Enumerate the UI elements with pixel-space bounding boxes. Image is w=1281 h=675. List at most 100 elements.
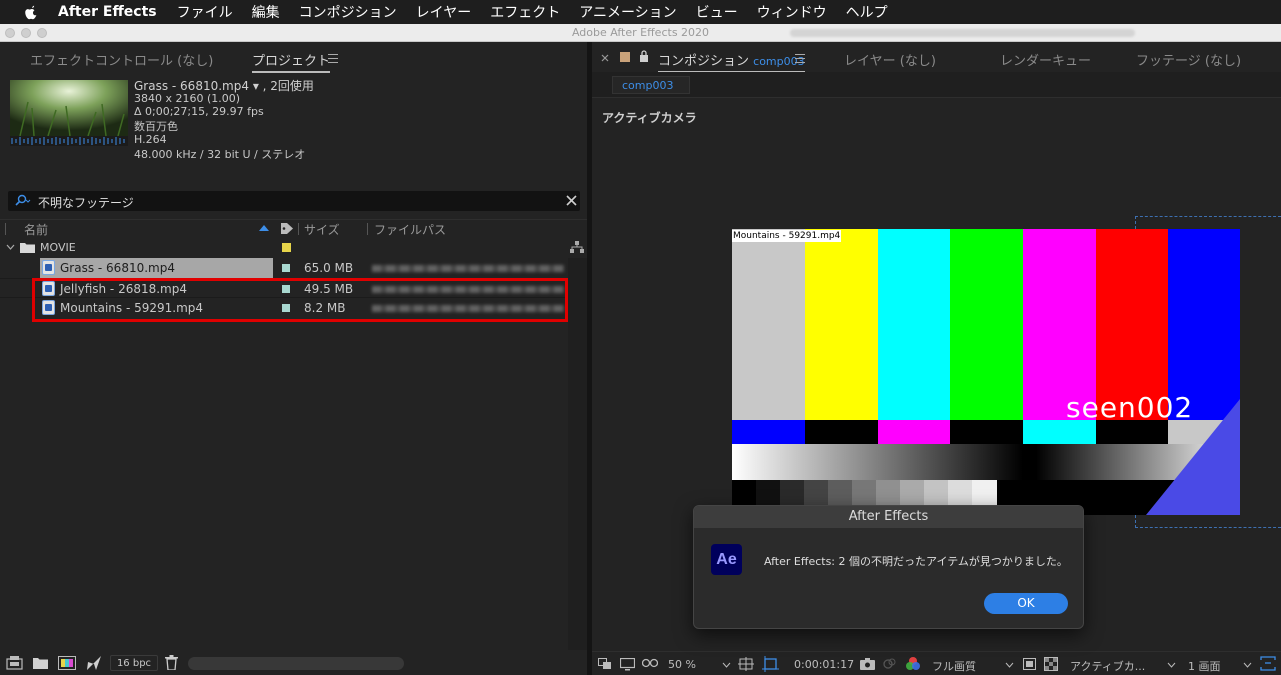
- project-column-headers: 名前 サイズ ファイルパス: [0, 219, 587, 237]
- chevron-down-icon[interactable]: [1167, 662, 1176, 668]
- tab-effect-controls[interactable]: エフェクトコントロール (なし): [30, 50, 213, 69]
- menu-view[interactable]: ビュー: [696, 2, 738, 22]
- menu-window[interactable]: ウィンドウ: [757, 2, 827, 22]
- tab-project-label: プロジェクト: [252, 54, 331, 69]
- file-label-color[interactable]: [282, 264, 290, 272]
- overlay-text: seen002: [1066, 391, 1194, 424]
- tab-composition-label: コンポジション: [658, 54, 750, 69]
- comp-label-color[interactable]: [620, 52, 630, 62]
- alert-dialog: After Effects Ae After Effects: 2 個の不明だっ…: [693, 505, 1084, 629]
- file-path-blurred: [372, 265, 564, 272]
- color-channels-icon[interactable]: [905, 656, 921, 672]
- label-tag-icon[interactable]: [280, 222, 294, 235]
- chevron-down-icon[interactable]: [1243, 662, 1252, 668]
- file-name[interactable]: Grass - 66810.mp4: [60, 261, 175, 275]
- search-icon[interactable]: [14, 194, 32, 208]
- panel-menu-icon[interactable]: [795, 54, 805, 63]
- tab-composition[interactable]: コンポジション comp003: [658, 50, 805, 73]
- dialog-title: After Effects: [694, 506, 1083, 528]
- lock-icon[interactable]: [639, 50, 649, 62]
- chevron-down-icon[interactable]: [6, 244, 15, 251]
- menu-layer[interactable]: レイヤー: [416, 2, 472, 22]
- folder-name: MOVIE: [40, 241, 76, 254]
- after-effects-app-icon: Ae: [711, 544, 742, 575]
- monitor-icon[interactable]: [620, 658, 635, 671]
- folder-icon: [20, 243, 35, 253]
- render-queue-icon[interactable]: [86, 655, 102, 671]
- table-row[interactable]: Grass - 66810.mp4 65.0 MB: [0, 258, 568, 278]
- tab-layer[interactable]: レイヤー (なし): [844, 50, 936, 69]
- close-icon[interactable]: [566, 195, 577, 206]
- footage-audio: 48.000 kHz / 32 bit U / ステレオ: [134, 148, 306, 161]
- annotation-highlight-box: [32, 278, 568, 322]
- chevron-down-icon[interactable]: [1005, 662, 1014, 668]
- reset-exposure-icon[interactable]: [1260, 656, 1276, 671]
- column-size[interactable]: サイズ: [304, 221, 340, 238]
- search-input[interactable]: 不明なフッテージ: [38, 194, 134, 211]
- project-scrollbar[interactable]: [568, 258, 587, 650]
- project-footer-toolbar: 16 bpc: [0, 651, 587, 675]
- footage-name: Grass - 66810.mp4: [134, 79, 249, 93]
- menu-bar: After Effects ファイル 編集 コンポジション レイヤー エフェクト…: [0, 0, 1281, 24]
- zoom-select[interactable]: 50 %: [668, 658, 696, 671]
- menu-composition[interactable]: コンポジション: [299, 2, 397, 22]
- menu-help[interactable]: ヘルプ: [846, 2, 888, 22]
- close-tab-icon[interactable]: [601, 54, 609, 62]
- always-preview-icon[interactable]: [598, 658, 612, 670]
- footage-colors: 数百万色: [134, 120, 178, 133]
- column-name[interactable]: 名前: [24, 221, 48, 238]
- tab-project[interactable]: プロジェクト: [252, 50, 331, 73]
- footage-codec: H.264: [134, 133, 167, 146]
- footage-file-icon: [42, 260, 55, 275]
- flowchart-icon[interactable]: [570, 241, 584, 254]
- snapshot-camera-icon[interactable]: [860, 657, 875, 670]
- tab-underline: [252, 71, 331, 73]
- tab-render-queue[interactable]: レンダーキュー: [1000, 50, 1091, 69]
- color-bars-frame: [732, 229, 1240, 515]
- mask-visibility-icon[interactable]: [642, 658, 658, 670]
- comp-viewer[interactable]: seen002: [732, 229, 1240, 515]
- view-layout-select[interactable]: 1 画面: [1188, 658, 1221, 674]
- current-timecode[interactable]: 0:00:01:17: [794, 658, 854, 671]
- chevron-down-icon[interactable]: [722, 662, 731, 668]
- file-size: 65.0 MB: [304, 261, 354, 275]
- project-search-field[interactable]: 不明なフッテージ: [8, 191, 580, 211]
- folder-row[interactable]: MOVIE: [0, 238, 568, 258]
- breadcrumb[interactable]: comp003: [612, 76, 690, 94]
- camera-select[interactable]: アクティブカ...: [1070, 658, 1145, 674]
- menu-file[interactable]: ファイル: [177, 2, 233, 22]
- grid-guides-icon[interactable]: [738, 657, 754, 671]
- menu-effect[interactable]: エフェクト: [490, 2, 560, 22]
- sort-ascending-icon[interactable]: [258, 224, 270, 232]
- column-file-path[interactable]: ファイルパス: [374, 221, 446, 238]
- active-camera-label: アクティブカメラ: [602, 111, 697, 125]
- viewer-footer-toolbar: 50 % 0:00:01:17 フル画質 アクティブカ... 1 画面: [592, 651, 1281, 675]
- horizontal-scrollbar[interactable]: [188, 657, 404, 670]
- app-menu[interactable]: After Effects: [58, 4, 157, 20]
- footage-duration: Δ 0;00;27;15, 29.97 fps: [134, 105, 264, 118]
- region-of-interest-icon[interactable]: [762, 656, 779, 672]
- menu-animation[interactable]: アニメーション: [579, 2, 676, 22]
- panel-menu-icon[interactable]: [328, 54, 338, 63]
- show-snapshot-icon[interactable]: [882, 657, 897, 670]
- ok-button[interactable]: OK: [984, 593, 1068, 614]
- apple-icon[interactable]: [22, 3, 40, 21]
- footage-usage[interactable]: ▾ , 2回使用: [253, 79, 314, 93]
- menu-edit[interactable]: 編集: [252, 2, 280, 22]
- comp-breadcrumb-bar: comp003: [592, 72, 1281, 98]
- interpret-footage-icon[interactable]: [6, 656, 23, 670]
- tab-footage[interactable]: フッテージ (なし): [1136, 50, 1241, 69]
- blurred-path: [790, 29, 1135, 37]
- fast-previews-icon[interactable]: [1023, 658, 1036, 670]
- footage-dimensions: 3840 x 2160 (1.00): [134, 92, 241, 105]
- trash-icon[interactable]: [165, 655, 178, 670]
- transparency-grid-icon[interactable]: [1044, 657, 1058, 671]
- folder-label-color[interactable]: [282, 243, 291, 252]
- new-folder-icon[interactable]: [33, 657, 48, 669]
- resolution-select[interactable]: フル画質: [932, 658, 976, 674]
- window-title-bar: Adobe After Effects 2020: [0, 24, 1281, 42]
- new-composition-icon[interactable]: [58, 656, 76, 670]
- dialog-message: After Effects: 2 個の不明だったアイテムが見つかりました。: [764, 555, 1068, 568]
- bit-depth-button[interactable]: 16 bpc: [110, 655, 158, 671]
- project-panel: エフェクトコントロール (なし) プロジェクト Grass - 66810.mp…: [0, 42, 587, 675]
